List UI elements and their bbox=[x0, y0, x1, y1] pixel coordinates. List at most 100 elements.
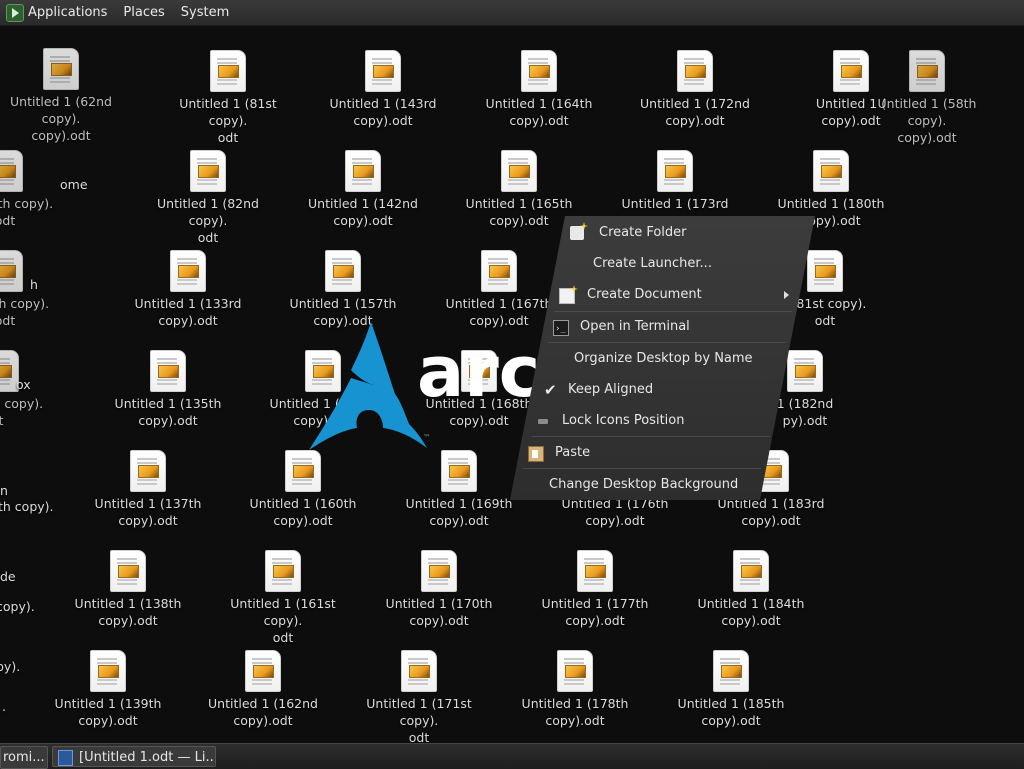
desktop-file-icon[interactable]: Untitled 1 (161st copy). odt bbox=[218, 550, 348, 646]
document-icon bbox=[345, 150, 381, 192]
firefox-fragment-label: ox bbox=[16, 377, 31, 392]
desktop-icon-label: Untitled 1 (161st copy). bbox=[230, 596, 336, 628]
document-icon bbox=[130, 450, 166, 492]
desktop-file-icon[interactable]: Untitled 1 (171st copy). odt bbox=[354, 650, 484, 746]
desktop-icon-label: odt bbox=[272, 630, 294, 645]
menu-item-label: Lock Icons Position bbox=[562, 413, 685, 428]
desktop-file-icon[interactable]: Untitled 1 (139th copy).odt bbox=[43, 650, 173, 729]
document-icon bbox=[150, 350, 186, 392]
desktop-icon-label: Untitled 1 (62nd copy). bbox=[10, 94, 112, 126]
desktop-icon-label: Untitled 1 (142nd bbox=[308, 196, 418, 211]
desktop-icon-label: copy).odt bbox=[409, 613, 469, 628]
arch-logo: arch ™ bbox=[305, 318, 590, 458]
menu-item-open-in-terminal[interactable]: Open in Terminal bbox=[553, 313, 690, 343]
desktop-file-icon[interactable]: Untitled 1 (164th copy).odt bbox=[474, 50, 604, 129]
desktop-icon-label: Untitled 1 (173rd bbox=[621, 196, 729, 211]
document-icon bbox=[170, 250, 206, 292]
desktop-file-icon[interactable]: Untitled 1 (138th copy).odt bbox=[63, 550, 193, 629]
desktop-icon-fragment[interactable]: (100th copy). t bbox=[0, 350, 66, 429]
desktop-file-icon[interactable]: Untitled 1 (58th copy). copy).odt bbox=[862, 50, 992, 146]
desktop-icon-label: copy).odt bbox=[721, 613, 781, 628]
desktop-icon-label: copy).odt bbox=[585, 513, 645, 528]
desktop-icon-fragment-label: py). bbox=[0, 659, 21, 674]
document-icon bbox=[190, 150, 226, 192]
applications-menu[interactable]: Applications bbox=[0, 0, 115, 25]
desktop-icon-label: copy).odt bbox=[98, 613, 158, 628]
desktop-icon-label: Untitled 1 (133rd bbox=[134, 296, 242, 311]
menu-item-lock-icons-position[interactable]: Lock Icons Position bbox=[537, 407, 684, 435]
desktop-icon-label: Untitled 1 (138th bbox=[74, 596, 182, 611]
desktop-icon-label: copy).odt bbox=[509, 113, 569, 128]
desktop-file-icon[interactable]: Untitled 1 (172nd copy).odt bbox=[630, 50, 760, 129]
desktop-file-icon[interactable]: Untitled 1 (170th copy).odt bbox=[374, 550, 504, 629]
document-icon bbox=[501, 150, 537, 192]
desktop-file-icon[interactable]: Untitled 1 (82nd copy). odt bbox=[143, 150, 273, 246]
desktop-icon-fragment-label: n bbox=[0, 483, 8, 498]
desktop-icon-label: odt bbox=[0, 313, 16, 328]
desktop-icon-label: Untitled 1 (162nd bbox=[208, 696, 318, 711]
desktop-icon-label: Untitled 1 (177th bbox=[541, 596, 649, 611]
taskbar-item[interactable]: romi... bbox=[0, 746, 48, 769]
desktop-icon-fragment[interactable]: Untitled 1 (62nd copy). copy).odt bbox=[0, 48, 126, 144]
desktop-file-icon[interactable]: Untitled 1 (165th copy).odt bbox=[454, 150, 584, 229]
menu-item-organize-desktop-by-name[interactable]: Organize Desktop by Name bbox=[574, 345, 753, 373]
system-menu[interactable]: System bbox=[173, 0, 237, 25]
menu-separator bbox=[532, 436, 770, 437]
desktop-file-icon[interactable]: Untitled 1 (160th copy).odt bbox=[238, 450, 368, 529]
desktop-file-icon[interactable]: Untitled 1 (178th copy).odt bbox=[510, 650, 640, 729]
document-icon bbox=[713, 650, 749, 692]
desktop-file-icon[interactable]: Untitled 1 (137th copy).odt bbox=[83, 450, 213, 529]
desktop-icon-label: copy).odt bbox=[665, 113, 725, 128]
document-icon bbox=[245, 650, 281, 692]
desktop-file-icon[interactable]: Untitled 1 (173rd bbox=[610, 150, 740, 212]
terminal-icon bbox=[553, 315, 569, 343]
document-icon bbox=[325, 250, 361, 292]
menu-item-keep-aligned[interactable]: ✔ Keep Aligned bbox=[544, 376, 653, 404]
submenu-arrow-icon bbox=[784, 291, 789, 299]
desktop-icon-fragment-label: de bbox=[0, 569, 16, 584]
desktop-icon-label: copy).odt bbox=[741, 513, 801, 528]
desktop-icon-label: 1 (148th copy). bbox=[0, 196, 54, 211]
desktop-icon-label: copy).odt bbox=[78, 713, 138, 728]
desktop-icon-label: copy).odt bbox=[138, 413, 198, 428]
desktop-file-icon[interactable]: Untitled 1 (162nd copy).odt bbox=[198, 650, 328, 729]
taskbar-item-writer[interactable]: [Untitled 1.odt — Li... bbox=[52, 746, 216, 767]
places-menu[interactable]: Places bbox=[115, 0, 172, 25]
desktop-icon-label: Untitled 1 (160th bbox=[249, 496, 357, 511]
desktop-file-icon[interactable]: Untitled 1 (177th copy).odt bbox=[530, 550, 660, 629]
menu-separator bbox=[548, 342, 786, 343]
document-icon bbox=[909, 50, 945, 92]
desktop-icon-label: copy).odt bbox=[333, 213, 393, 228]
menu-item-change-desktop-background[interactable]: Change Desktop Background bbox=[549, 471, 738, 499]
document-icon bbox=[481, 250, 517, 292]
desktop-icon-label: Untitled 1 (172nd bbox=[640, 96, 750, 111]
menu-item-label: Create Launcher... bbox=[593, 256, 712, 271]
desktop-file-icon[interactable]: Untitled 1 (142nd copy).odt bbox=[298, 150, 428, 229]
menu-item-label: Keep Aligned bbox=[568, 382, 654, 397]
desktop-icon-label: Untitled 1 (165th bbox=[465, 196, 573, 211]
applications-menu-label: Applications bbox=[28, 5, 108, 20]
desktop-icon-label: Untitled 1 (81st copy). bbox=[179, 96, 277, 128]
desktop-icon-label: Untitled 1 (164th bbox=[485, 96, 593, 111]
desktop-file-icon[interactable]: Untitled 1 (81st copy). odt bbox=[163, 50, 293, 146]
menu-item-create-document[interactable]: Create Document bbox=[559, 281, 791, 309]
desktop-file-icon[interactable]: Untitled 1 (185th copy).odt bbox=[666, 650, 796, 729]
desktop-icon-label: Untitled 1 (58th copy). bbox=[877, 96, 977, 128]
document-icon bbox=[210, 50, 246, 92]
menu-item-create-launcher[interactable]: Create Launcher... bbox=[593, 250, 712, 278]
desktop-icon-label: copy).odt bbox=[429, 513, 489, 528]
trash-fragment-label: h bbox=[30, 277, 38, 292]
desktop-file-icon[interactable]: Untitled 1 (184th copy).odt bbox=[686, 550, 816, 629]
desktop-icon-label: (100th copy). bbox=[0, 396, 44, 411]
writer-document-icon bbox=[58, 750, 73, 766]
desktop-file-icon[interactable]: Untitled 1 (143rd copy).odt bbox=[318, 50, 448, 129]
desktop-icon-label: copy).odt bbox=[273, 513, 333, 528]
desktop-file-icon[interactable]: Untitled 1 (133rd copy).odt bbox=[123, 250, 253, 329]
arch-logo-icon: arch ™ bbox=[309, 322, 590, 450]
desktop-file-icon[interactable]: Untitled 1 (135th copy).odt bbox=[103, 350, 233, 429]
desktop-icon-label: Untitled 1 (171st copy). bbox=[366, 696, 472, 728]
desktop-icon-fragment-label: th copy). bbox=[0, 499, 54, 514]
desktop-file-icon[interactable]: Untitled 1 (169th copy).odt bbox=[394, 450, 524, 529]
menu-item-paste[interactable]: Paste bbox=[528, 439, 590, 467]
menu-item-create-folder[interactable]: Create Folder bbox=[570, 219, 687, 247]
